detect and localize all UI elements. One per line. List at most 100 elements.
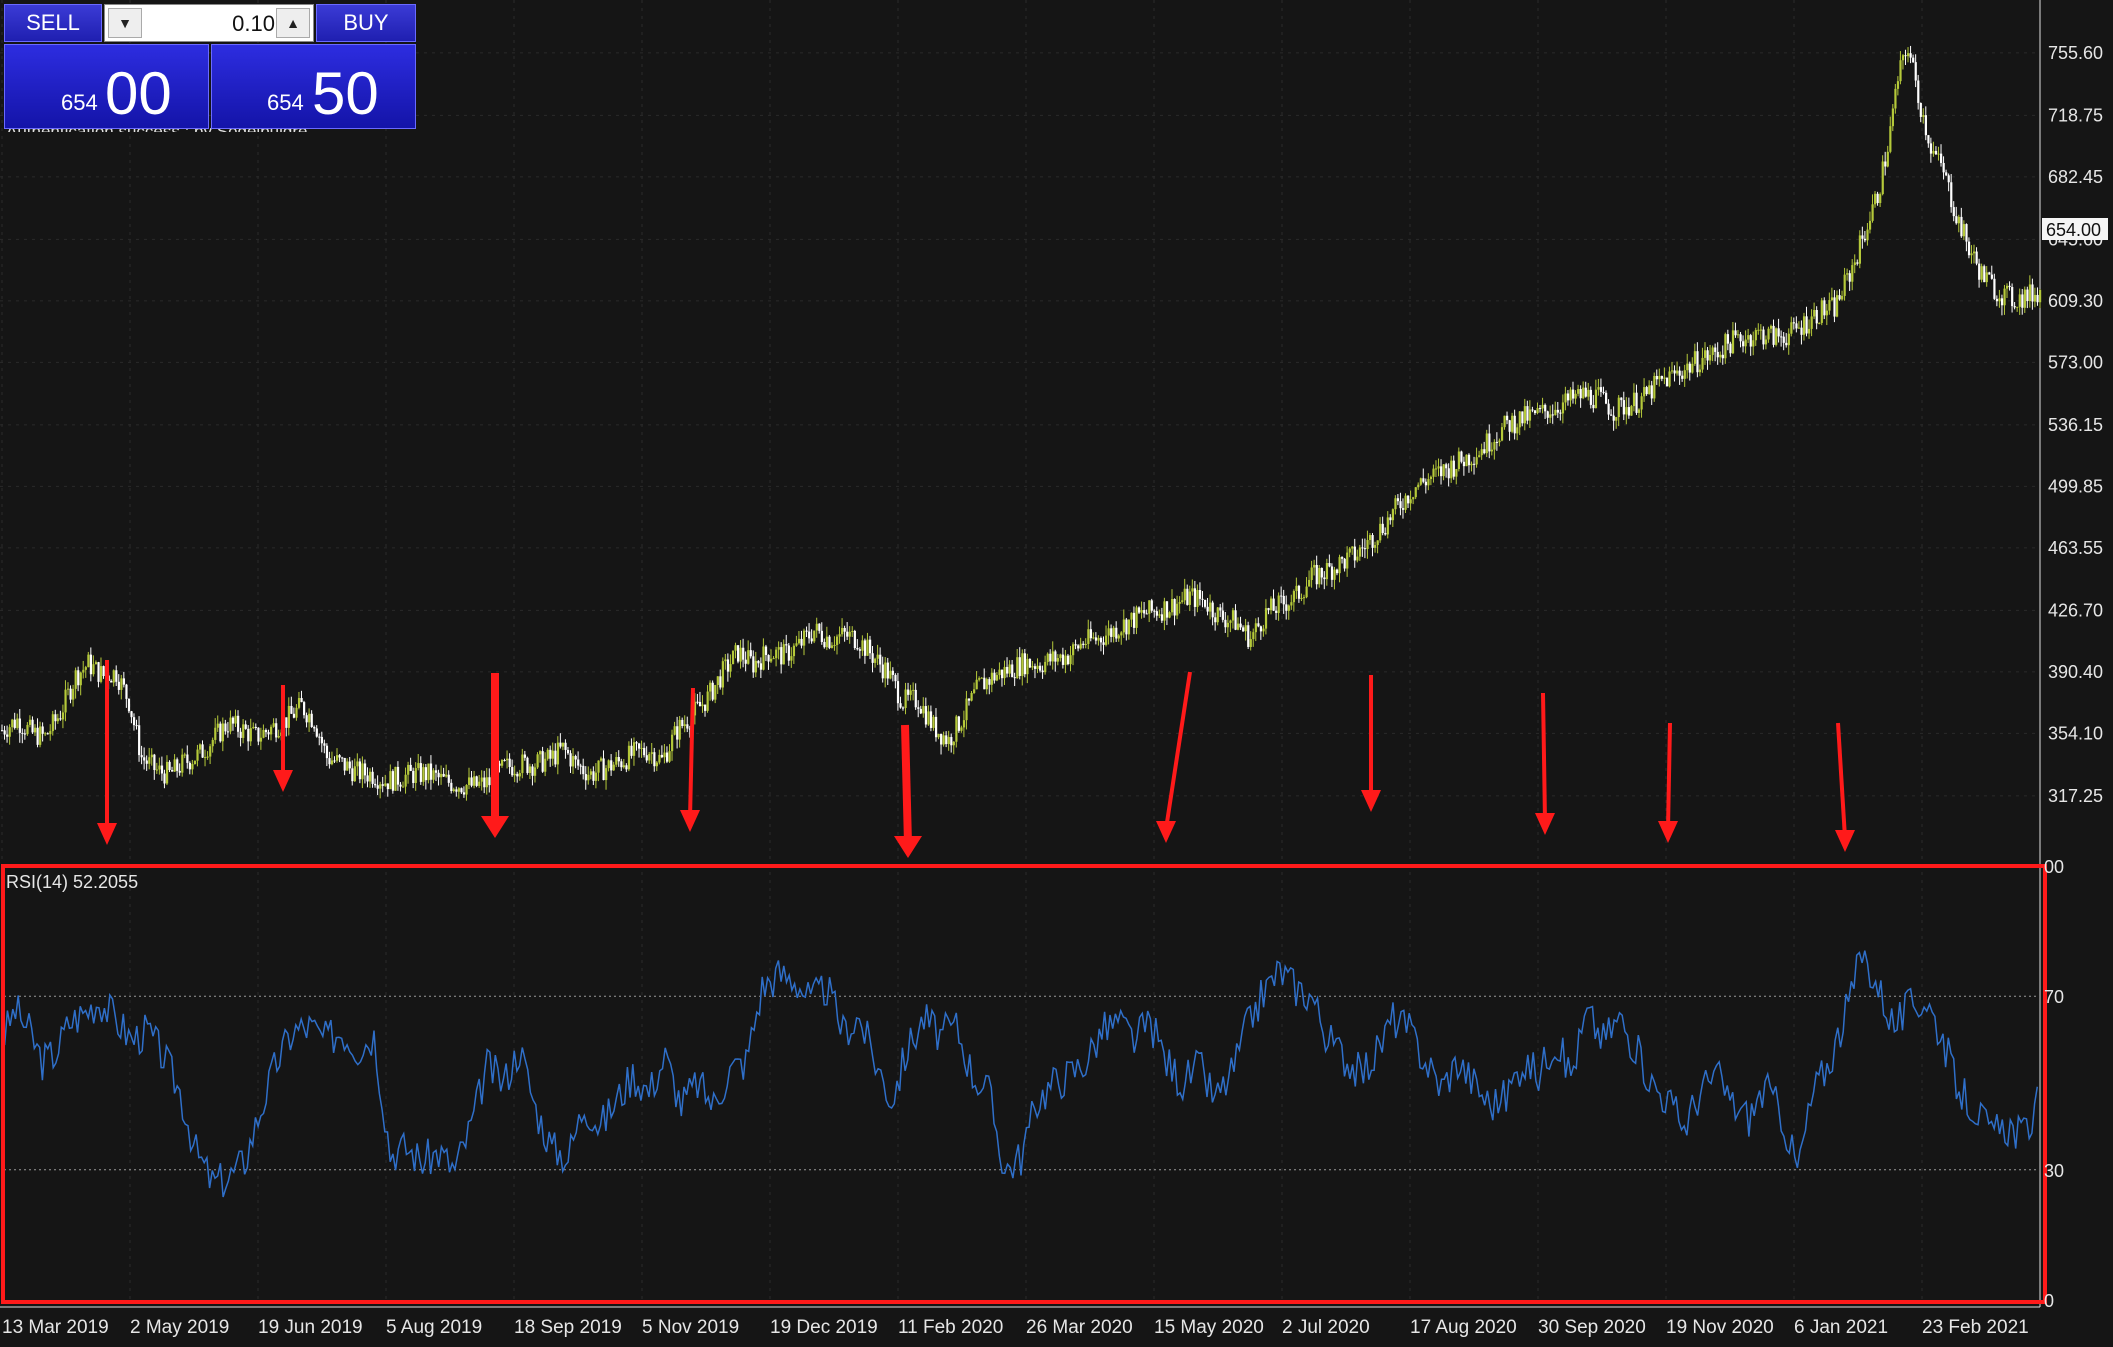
candle-body: [1945, 172, 1948, 176]
candle-body: [1742, 341, 1745, 347]
candle-body: [749, 650, 752, 657]
lot-size-stepper[interactable]: ▼ ▲: [104, 4, 314, 42]
candle-body: [1206, 606, 1209, 612]
candle-body: [1858, 235, 1862, 264]
candle-body: [460, 788, 463, 793]
candle-body: [592, 771, 595, 781]
candle-body: [1683, 370, 1686, 379]
candle-body: [1404, 495, 1407, 510]
candle-body: [516, 773, 519, 777]
candle-body: [264, 729, 268, 733]
candle-body: [442, 773, 445, 777]
candle-body: [531, 766, 534, 776]
candle-body: [424, 767, 428, 781]
candle-body: [181, 754, 184, 773]
candle-body: [577, 759, 580, 766]
candle-body: [99, 666, 103, 682]
candle-body: [696, 701, 699, 703]
buy-price-quote[interactable]: 654 50: [211, 44, 416, 129]
candle-body: [1424, 481, 1428, 486]
candle-body: [1376, 540, 1379, 546]
candle-body: [1927, 135, 1930, 144]
price-tick-label: 718.75: [2048, 105, 2103, 125]
sell-button[interactable]: SELL: [4, 4, 102, 42]
candle-body: [39, 726, 42, 745]
candle-body: [1493, 441, 1496, 450]
candle-body: [513, 773, 516, 776]
candle-body: [955, 716, 958, 742]
lot-decrease-icon[interactable]: ▼: [108, 8, 142, 38]
lot-size-input[interactable]: [145, 7, 277, 41]
rsi-tick-label: 00: [2044, 857, 2064, 877]
candle-body: [1183, 588, 1186, 601]
candle-body: [1115, 627, 1118, 639]
candle-body: [450, 782, 453, 792]
candle-body: [704, 704, 707, 711]
lot-increase-icon[interactable]: ▲: [276, 8, 310, 38]
candle-body: [579, 765, 582, 767]
date-tick-label: 26 Mar 2020: [1026, 1317, 1133, 1338]
candle-body: [785, 644, 788, 646]
candle-body: [1780, 336, 1783, 338]
candle-body: [1653, 375, 1656, 399]
candle-body: [1577, 389, 1580, 394]
candle-body: [160, 765, 164, 774]
candle-body: [777, 647, 780, 650]
candle-body: [374, 783, 377, 786]
sell-price-quote[interactable]: 654 00: [4, 44, 209, 129]
candle-body: [617, 757, 620, 762]
candle-body: [1264, 608, 1268, 629]
candle-body: [1186, 588, 1189, 605]
candle-body: [1006, 666, 1009, 674]
date-tick-label: 5 Nov 2019: [642, 1317, 739, 1338]
price-tick-label: 463.55: [2048, 538, 2103, 558]
candle-body: [1714, 347, 1717, 352]
candle-body: [1549, 414, 1552, 418]
candle-body: [434, 770, 438, 773]
candle-body: [731, 650, 735, 665]
candle-body: [1985, 272, 1988, 283]
candle-body: [211, 739, 214, 747]
candle-body: [1775, 328, 1778, 345]
sell-price-big: 00: [105, 60, 172, 127]
candle-body: [973, 689, 976, 693]
candle-body: [729, 664, 732, 672]
candle-body: [1343, 558, 1346, 569]
candle-body: [539, 751, 542, 755]
candle-body: [1033, 666, 1037, 669]
candle-body: [1391, 509, 1395, 521]
annotation-arrow-head: [680, 810, 700, 832]
candle-body: [1790, 322, 1793, 334]
candle-body: [846, 631, 849, 637]
candle-body: [1830, 297, 1834, 301]
candle-body: [1711, 347, 1714, 355]
annotation-arrow: [1164, 671, 1192, 830]
candle-body: [503, 760, 506, 762]
candle-body: [320, 736, 323, 744]
candle-body: [1561, 402, 1565, 414]
candle-body: [409, 764, 412, 771]
candle-body: [1122, 619, 1125, 633]
candle-body: [937, 733, 940, 738]
candle-body: [1315, 564, 1318, 585]
candle-body: [163, 773, 166, 784]
price-tick-label: 536.15: [2048, 415, 2103, 435]
candle-body: [1541, 404, 1544, 409]
candle-body: [1620, 397, 1623, 401]
candle-body: [808, 631, 811, 639]
candle-body: [1092, 637, 1095, 639]
candle-body: [1805, 316, 1808, 334]
candle-body: [257, 727, 260, 742]
candle-body: [1736, 334, 1740, 336]
buy-button[interactable]: BUY: [316, 4, 416, 42]
candle-body: [87, 654, 90, 668]
candle-body: [351, 768, 354, 782]
candle-body: [805, 630, 808, 632]
candle-body: [726, 659, 730, 672]
candle-body: [429, 763, 433, 780]
candle-body: [41, 726, 44, 734]
candle-body: [361, 763, 364, 780]
candle-body: [790, 656, 793, 661]
trading-chart[interactable]: 755.60718.75682.45645.60609.30573.00536.…: [0, 0, 2113, 1347]
candle-body: [1579, 389, 1582, 399]
